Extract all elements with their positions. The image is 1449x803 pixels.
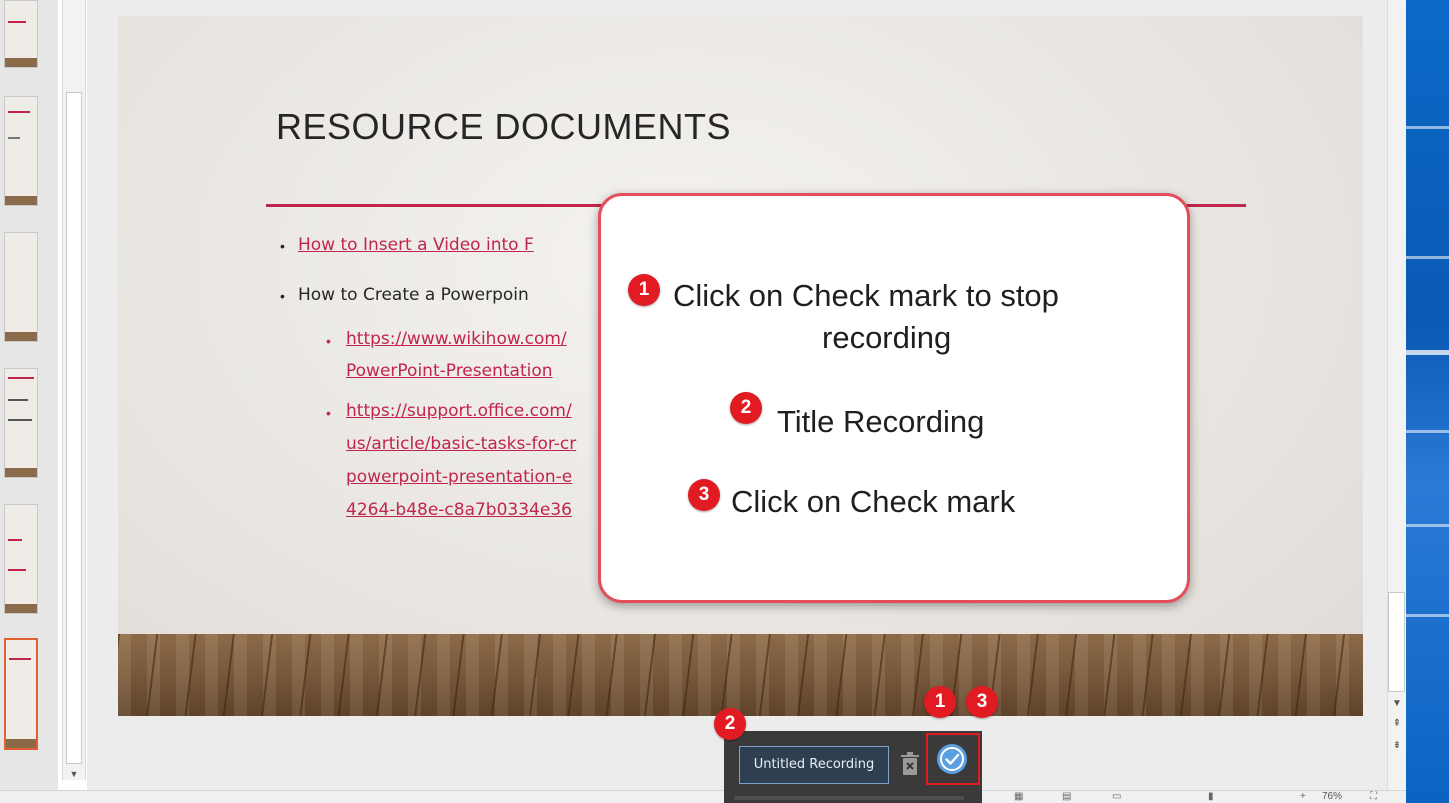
normal-view-icon[interactable]: ▦	[1014, 792, 1023, 802]
sub-link-line[interactable]: https://www.wikihow.com/	[346, 329, 567, 349]
canvas-scrollbar-thumb[interactable]	[1388, 592, 1405, 692]
step1-text-cont: recording	[822, 320, 952, 355]
sub-link-line[interactable]: powerpoint-presentation-e	[346, 467, 572, 487]
desktop-wallpaper	[1406, 0, 1449, 803]
sub-link-line[interactable]: PowerPoint-Presentation	[346, 361, 553, 381]
fit-slide-icon[interactable]: ⛶	[1370, 792, 1377, 802]
slide-thumbnail[interactable]	[4, 232, 38, 342]
recording-title-field[interactable]: Untitled Recording	[739, 746, 889, 784]
thumbnail-scrollbar-thumb[interactable]	[66, 92, 82, 764]
reading-view-icon[interactable]: ▭	[1112, 792, 1121, 802]
step-badge: 2	[730, 392, 762, 424]
bullet-link[interactable]: How to Insert a Video into F	[298, 235, 534, 255]
bullet-text: How to Create a Powerpoin	[298, 285, 529, 305]
slide-thumbnail[interactable]	[4, 504, 38, 614]
scroll-down-arrow-icon[interactable]: ▼	[64, 767, 84, 781]
slide-thumbnail[interactable]	[4, 0, 38, 68]
zoom-slider-icon[interactable]: ▮	[1208, 792, 1214, 802]
trash-icon[interactable]	[900, 752, 920, 776]
stop-recording-button[interactable]	[926, 733, 980, 785]
sub-bullet-icon: •	[326, 333, 331, 349]
checkmark-circle-icon	[937, 744, 967, 774]
bullet-icon: •	[280, 288, 285, 304]
recording-toolbar-footer	[734, 796, 964, 800]
step2-text: Title Recording	[777, 404, 985, 439]
bullet-icon: •	[280, 238, 285, 254]
step-marker: 1	[924, 686, 956, 718]
slide-title: RESOURCE DOCUMENTS	[276, 106, 732, 147]
slide-thumbnail-pane	[0, 0, 58, 803]
wood-floor-background	[118, 634, 1363, 716]
instruction-callout: 1 Click on Check mark to stop recording …	[598, 193, 1190, 603]
sub-link-line[interactable]: https://support.office.com/	[346, 401, 572, 421]
step-marker: 3	[966, 686, 998, 718]
step-badge: 3	[688, 479, 720, 511]
zoom-level[interactable]: 76%	[1322, 792, 1342, 802]
sub-bullet-icon: •	[326, 405, 331, 421]
scroll-down-arrow-icon[interactable]: ▼	[1390, 698, 1404, 710]
zoom-in-icon[interactable]: +	[1300, 792, 1306, 802]
sub-link-line[interactable]: 4264-b48e-c8a7b0334e36	[346, 500, 572, 520]
slide-thumbnail[interactable]	[4, 368, 38, 478]
step3-text: Click on Check mark	[731, 484, 1016, 519]
status-bar	[0, 790, 1406, 803]
step1-text: Click on Check mark to stop	[673, 278, 1059, 313]
sub-link-line[interactable]: us/article/basic-tasks-for-cr	[346, 434, 576, 454]
step-marker: 2	[714, 708, 746, 740]
next-slide-icon[interactable]: ⇟	[1390, 740, 1404, 752]
slide-thumbnail-current[interactable]	[4, 638, 38, 750]
previous-slide-icon[interactable]: ⇞	[1390, 718, 1404, 730]
step-badge: 1	[628, 274, 660, 306]
slide-sorter-icon[interactable]: ▤	[1062, 792, 1071, 802]
slide-thumbnail[interactable]	[4, 96, 38, 206]
